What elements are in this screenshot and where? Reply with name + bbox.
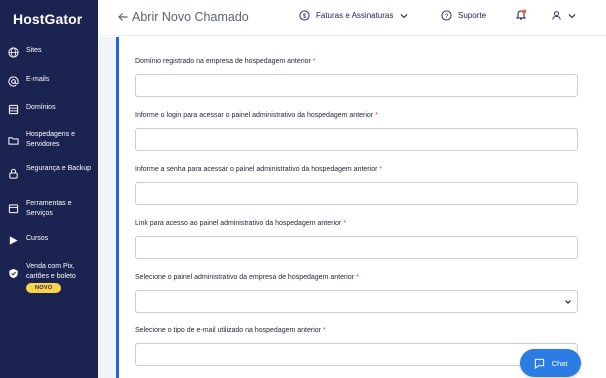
support-link[interactable]: ? Suporte bbox=[441, 10, 486, 21]
field-label-senha: Informe a senha para acessar o painel ad… bbox=[135, 166, 382, 173]
sidebar-item-seguranca[interactable]: Segurança e Backup bbox=[0, 164, 98, 179]
billing-dropdown[interactable]: $ Faturas e Assinaturas bbox=[299, 10, 408, 21]
sidebar-item-hospedagens[interactable]: Hospedagens e Servidores bbox=[0, 130, 98, 149]
login-input[interactable] bbox=[135, 128, 578, 151]
main-content: Domínio registrado na empresa de hospeda… bbox=[98, 37, 606, 378]
sidebar-item-label: Segurança e Backup bbox=[26, 165, 91, 172]
senha-input[interactable] bbox=[135, 182, 578, 205]
chat-button[interactable]: Chat bbox=[520, 349, 581, 377]
top-header: Abrir Novo Chamado $ Faturas e Assinatur… bbox=[98, 0, 606, 36]
dollar-circle-icon: $ bbox=[299, 10, 310, 21]
sidebar-item-label: Hospedagens e Servidores bbox=[26, 131, 76, 148]
sidebar-item-emails[interactable]: E-mails bbox=[0, 75, 98, 87]
field-label-login: Informe o login para acessar o painel ad… bbox=[135, 112, 378, 119]
required-mark: * bbox=[343, 220, 346, 227]
chevron-down-icon bbox=[565, 300, 571, 304]
field-label-painel: Selecione o painel administrativo da emp… bbox=[135, 274, 359, 281]
user-icon bbox=[552, 11, 561, 20]
shield-icon bbox=[8, 268, 19, 279]
sidebar-item-label: Ferramentas e Serviços bbox=[26, 200, 72, 217]
label-text: Domínio registrado na empresa de hospeda… bbox=[135, 58, 311, 65]
sidebar: HostGator Sites E-mails Domínios Hospeda… bbox=[0, 0, 98, 378]
required-mark: * bbox=[356, 274, 359, 281]
required-mark: * bbox=[323, 327, 326, 334]
help-circle-icon: ? bbox=[441, 10, 452, 21]
dominio-input[interactable] bbox=[135, 74, 578, 97]
sidebar-item-dominios[interactable]: Domínios bbox=[0, 103, 98, 115]
play-icon bbox=[8, 235, 19, 246]
billing-label: Faturas e Assinaturas bbox=[316, 11, 394, 20]
sidebar-item-label: Cursos bbox=[26, 235, 49, 242]
sidebar-item-label: Venda com Pix, cartões e boleto bbox=[26, 263, 76, 280]
at-icon bbox=[8, 76, 19, 87]
sidebar-item-label: Sites bbox=[26, 47, 42, 54]
notifications-button[interactable] bbox=[515, 9, 527, 21]
field-label-dominio: Domínio registrado na empresa de hospeda… bbox=[135, 58, 316, 65]
user-menu[interactable] bbox=[551, 10, 576, 21]
required-mark: * bbox=[379, 166, 383, 173]
sidebar-item-label: Domínios bbox=[26, 104, 56, 111]
arrow-left-icon[interactable] bbox=[117, 11, 129, 23]
server-icon bbox=[8, 104, 19, 115]
label-text: Selecione o tipo de e-mail utilizado na … bbox=[135, 327, 322, 334]
chat-label: Chat bbox=[551, 358, 568, 368]
label-text: Link para acesso ao painel administrativ… bbox=[135, 220, 342, 227]
hostgator-logo[interactable]: HostGator bbox=[0, 0, 98, 36]
sidebar-item-cursos[interactable]: Cursos bbox=[0, 234, 98, 246]
svg-text:$: $ bbox=[303, 13, 307, 20]
sidebar-item-venda-pix[interactable]: Venda com Pix, cartões e boleto NOVO bbox=[0, 262, 98, 293]
folder-icon bbox=[8, 135, 19, 146]
required-mark: * bbox=[312, 58, 316, 65]
calendar-icon bbox=[8, 203, 19, 214]
field-label-email-tipo: Selecione o tipo de e-mail utilizado na … bbox=[135, 327, 326, 334]
label-text: Informe o login para acessar o painel ad… bbox=[135, 112, 374, 119]
new-badge: NOVO bbox=[26, 283, 62, 293]
label-text: Informe a senha para acessar o painel ad… bbox=[135, 166, 378, 173]
painel-select[interactable] bbox=[135, 290, 578, 313]
globe-icon bbox=[8, 47, 19, 58]
svg-text:?: ? bbox=[445, 13, 449, 20]
chevron-down-icon bbox=[568, 13, 576, 18]
required-mark: * bbox=[375, 112, 378, 119]
sidebar-item-content: Venda com Pix, cartões e boleto NOVO bbox=[26, 262, 98, 293]
email-tipo-input[interactable] bbox=[135, 343, 578, 366]
link-input[interactable] bbox=[135, 236, 578, 259]
page-title: Abrir Novo Chamado bbox=[132, 10, 249, 24]
ticket-form: Domínio registrado na empresa de hospeda… bbox=[116, 37, 606, 378]
field-label-link: Link para acesso ao painel administrativ… bbox=[135, 220, 346, 227]
sidebar-item-ferramentas[interactable]: Ferramentas e Serviços bbox=[0, 199, 98, 218]
bell-icon bbox=[515, 9, 527, 20]
sidebar-item-label: E-mails bbox=[26, 76, 50, 83]
chevron-down-icon bbox=[400, 13, 408, 18]
lock-icon bbox=[8, 168, 19, 179]
chat-bubble-icon bbox=[534, 358, 544, 369]
label-text: Selecione o painel administrativo da emp… bbox=[135, 274, 355, 281]
sidebar-item-sites[interactable]: Sites bbox=[0, 46, 98, 58]
support-label: Suporte bbox=[458, 11, 487, 20]
